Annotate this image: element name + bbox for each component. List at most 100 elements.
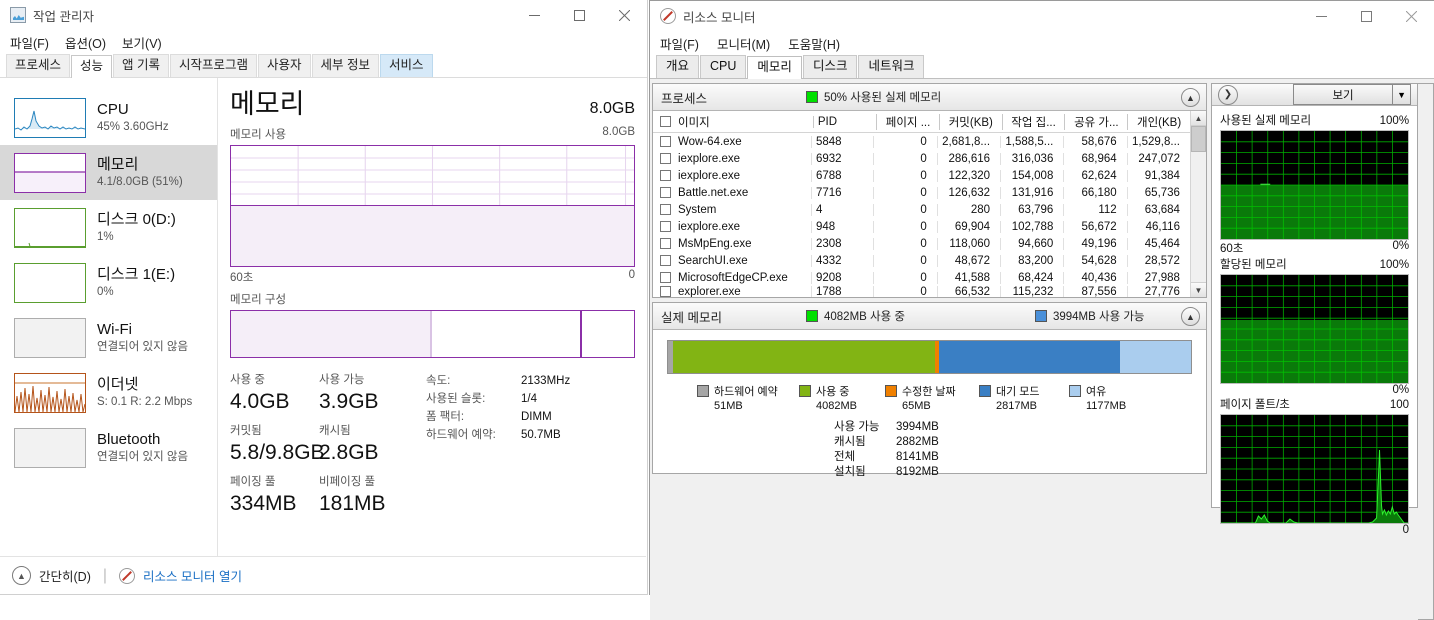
table-row[interactable]: SearchUI.exe 4332 0 48,672 83,200 54,628…	[653, 252, 1190, 269]
sidebar-text: Bluetooth 연결되어 있지 않음	[97, 431, 188, 465]
physical-memory-header[interactable]: 실제 메모리 4082MB 사용 중 3994MB 사용 가능 ▲	[653, 303, 1206, 330]
tab-memory[interactable]: 메모리	[747, 56, 802, 79]
table-row[interactable]: iexplore.exe 6788 0 122,320 154,008 62,6…	[653, 167, 1190, 184]
processes-scrollbar[interactable]: ▲ ▼	[1190, 111, 1206, 297]
table-row[interactable]: MicrosoftEdgeCP.exe 9208 0 41,588 68,424…	[653, 269, 1190, 286]
open-resource-monitor-link[interactable]: 리소스 모니터 열기	[143, 566, 242, 585]
cell-commit: 48,672	[936, 254, 1000, 267]
menu-options[interactable]: 옵션(O)	[65, 33, 106, 52]
column-pid[interactable]: PID	[812, 115, 876, 128]
view-dropdown[interactable]: 보기 ▼	[1293, 84, 1412, 105]
tab-overview[interactable]: 개요	[656, 55, 700, 78]
table-row[interactable]: MsMpEng.exe 2308 0 118,060 94,660 49,196…	[653, 235, 1190, 252]
cell-commit: 41,588	[936, 271, 1000, 284]
column-image[interactable]: 이미지	[678, 114, 813, 130]
row-checkbox[interactable]	[660, 286, 671, 297]
maximize-button[interactable]	[1344, 1, 1389, 31]
maximize-button[interactable]	[557, 0, 602, 30]
task-manager-statusbar: ▲ 간단히(D) | 리소스 모니터 열기	[0, 556, 646, 594]
sidebar-item-bluetooth[interactable]: Bluetooth 연결되어 있지 않음	[0, 420, 217, 475]
scrollbar-thumb[interactable]	[1191, 126, 1206, 152]
table-row[interactable]: Wow-64.exe 5848 0 2,681,8... 1,588,5... …	[653, 133, 1190, 150]
row-checkbox[interactable]	[660, 272, 671, 283]
row-checkbox[interactable]	[660, 255, 671, 266]
sidebar-item-ethernet[interactable]: 이더넷 S: 0.1 R: 2.2 Mbps	[0, 365, 217, 420]
sidebar-text: Wi-Fi 연결되어 있지 않음	[97, 321, 188, 355]
menu-file[interactable]: 파일(F)	[10, 33, 49, 52]
tab-details[interactable]: 세부 정보	[311, 54, 380, 77]
menu-help[interactable]: 도움말(H)	[788, 34, 840, 53]
tab-network[interactable]: 네트워크	[858, 55, 925, 78]
table-row[interactable]: Battle.net.exe 7716 0 126,632 131,916 66…	[653, 184, 1190, 201]
row-checkbox[interactable]	[660, 187, 671, 198]
menu-file[interactable]: 파일(F)	[660, 34, 699, 53]
scroll-down-icon[interactable]: ▼	[1191, 282, 1206, 297]
sidebar-item-disk1[interactable]: 디스크 1(E:) 0%	[0, 255, 217, 310]
column-hard-faults[interactable]: 페이지 ...	[876, 113, 939, 130]
tab-performance[interactable]: 성능	[71, 55, 113, 78]
legend-swatch-icon	[799, 385, 811, 397]
close-button[interactable]	[602, 0, 647, 30]
processes-panel-header[interactable]: 프로세스 50% 사용된 실제 메모리 ▲	[653, 84, 1206, 111]
tab-cpu[interactable]: CPU	[700, 55, 747, 78]
column-private[interactable]: 개인(KB)	[1127, 113, 1190, 130]
statusbar-separator: |	[102, 566, 108, 584]
collapse-chevron-icon[interactable]: ▲	[1181, 88, 1200, 107]
tab-app-history[interactable]: 앱 기록	[113, 54, 170, 77]
collapse-chevron-icon[interactable]: ▲	[1181, 307, 1200, 326]
table-row[interactable]: explorer.exe 1788 0 66,532 115,232 87,55…	[653, 286, 1190, 297]
row-checkbox[interactable]	[660, 204, 671, 215]
cell-shareable: 66,180	[1063, 186, 1126, 199]
tab-processes[interactable]: 프로세스	[6, 54, 71, 77]
tab-users[interactable]: 사용자	[258, 54, 311, 77]
minimize-button[interactable]	[512, 0, 557, 30]
menu-monitor[interactable]: 모니터(M)	[717, 34, 770, 53]
table-row[interactable]: iexplore.exe 6932 0 286,616 316,036 68,9…	[653, 150, 1190, 167]
select-all-checkbox[interactable]	[660, 116, 671, 127]
row-checkbox[interactable]	[660, 170, 671, 181]
legend-item: 수정한 날짜 65MB	[885, 383, 971, 412]
cell-private: 1,529,8...	[1126, 135, 1190, 148]
scroll-up-icon[interactable]: ▲	[1191, 111, 1206, 126]
sidebar-item-memory[interactable]: 메모리 4.1/8.0GB (51%)	[0, 145, 217, 200]
window-title: 작업 관리자	[33, 9, 94, 24]
scrollbar-track[interactable]	[1191, 152, 1206, 282]
cell-hard-faults: 0	[873, 254, 936, 267]
row-checkbox[interactable]	[660, 221, 671, 232]
fewer-details-button[interactable]: 간단히(D)	[39, 566, 91, 585]
menu-view[interactable]: 보기(V)	[122, 33, 162, 52]
cell-working-set: 94,660	[1000, 237, 1063, 250]
table-row[interactable]: System 4 0 280 63,796 112 63,684	[653, 201, 1190, 218]
bar-free	[1119, 341, 1191, 373]
sidebar-item-label: Wi-Fi	[97, 320, 132, 338]
sidebar-item-wifi[interactable]: Wi-Fi 연결되어 있지 않음	[0, 310, 217, 365]
close-button[interactable]	[1389, 1, 1434, 31]
memory-composition-bar[interactable]	[230, 310, 635, 358]
stat-committed-caption: 커밋됨	[230, 425, 262, 437]
stat-group-commit: 커밋됨 캐시됨 5.8/9.8GB 2.8GB	[230, 423, 408, 466]
column-commit[interactable]: 커밋(KB)	[938, 113, 1002, 130]
tab-disk[interactable]: 디스크	[802, 55, 858, 78]
legend-top: 사용 중	[799, 383, 877, 399]
tab-services[interactable]: 서비스	[380, 54, 433, 77]
sidebar-item-disk0[interactable]: 디스크 0(D:) 1%	[0, 200, 217, 255]
table-row[interactable]: iexplore.exe 948 0 69,904 102,788 56,672…	[653, 218, 1190, 235]
resource-monitor-scrollbar[interactable]	[1418, 83, 1434, 620]
memory-detail-panel: 메모리 8.0GB 메모리 사용 8.0GB 60초 0 메모리 구성 사용 중…	[218, 78, 647, 586]
row-checkbox[interactable]	[660, 238, 671, 249]
row-checkbox[interactable]	[660, 136, 671, 147]
sidebar-item-cpu[interactable]: CPU 45% 3.60GHz	[0, 90, 217, 145]
physical-memory-body: 하드웨어 예약 51MB 사용 중 4082MB 수정한 날짜 65MB 대기 …	[653, 330, 1206, 488]
stat-caption-row: 사용 중 사용 가능	[230, 372, 408, 388]
minimize-button[interactable]	[1299, 1, 1344, 31]
column-shareable[interactable]: 공유 가...	[1064, 113, 1127, 130]
expand-chevron-icon[interactable]: ❯	[1218, 84, 1238, 105]
sidebar-item-label: CPU	[97, 100, 129, 118]
cell-pid: 5848	[810, 135, 873, 148]
column-working-set[interactable]: 작업 집...	[1001, 113, 1065, 130]
tab-startup[interactable]: 시작프로그램	[170, 54, 258, 77]
row-checkbox[interactable]	[660, 153, 671, 164]
spec-key: 폼 팩터:	[426, 411, 465, 423]
chevron-up-icon[interactable]: ▲	[12, 566, 31, 585]
chevron-down-icon[interactable]: ▼	[1392, 85, 1410, 104]
